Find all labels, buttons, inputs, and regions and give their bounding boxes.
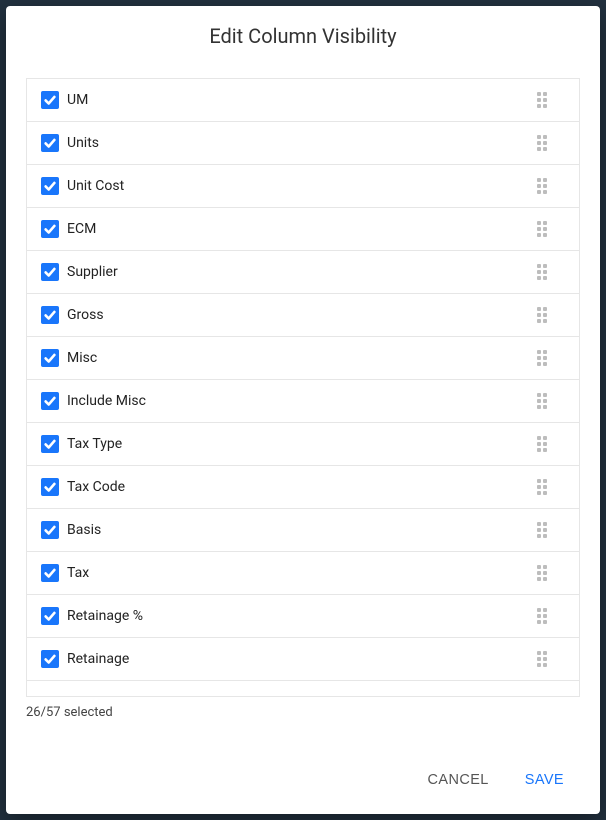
drag-handle-icon[interactable] bbox=[537, 565, 553, 581]
list-item: Gross bbox=[27, 294, 579, 337]
list-item: Tax bbox=[27, 552, 579, 595]
checkbox[interactable] bbox=[41, 134, 59, 152]
drag-handle-icon[interactable] bbox=[537, 264, 553, 280]
checkbox[interactable] bbox=[41, 650, 59, 668]
drag-handle-icon[interactable] bbox=[537, 350, 553, 366]
column-list-scroll[interactable]: UM Units Unit Cost ECM Supplier Gross Misc Incl… bbox=[26, 78, 580, 697]
dialog-title: Edit Column Visibility bbox=[26, 24, 580, 48]
item-label: Supplier bbox=[67, 264, 537, 280]
drag-handle-icon[interactable] bbox=[537, 608, 553, 624]
cancel-button[interactable]: CANCEL bbox=[424, 766, 493, 794]
item-label: Retainage bbox=[67, 651, 537, 667]
item-label: Unit Cost bbox=[67, 178, 537, 194]
checkbox[interactable] bbox=[41, 263, 59, 281]
drag-handle-icon[interactable] bbox=[537, 651, 553, 667]
item-label: Units bbox=[67, 135, 537, 151]
checkbox[interactable] bbox=[41, 349, 59, 367]
list-item: Tax Code bbox=[27, 466, 579, 509]
item-label: Tax Code bbox=[67, 479, 537, 495]
list-item: Include Misc bbox=[27, 380, 579, 423]
list-item: Retainage bbox=[27, 638, 579, 681]
drag-handle-icon[interactable] bbox=[537, 393, 553, 409]
item-label: UM bbox=[67, 92, 537, 108]
drag-handle-icon[interactable] bbox=[537, 178, 553, 194]
list-item: Basis bbox=[27, 509, 579, 552]
dialog-footer: CANCEL SAVE bbox=[26, 766, 580, 800]
item-label: Tax Type bbox=[67, 436, 537, 452]
checkbox[interactable] bbox=[41, 564, 59, 582]
drag-handle-icon[interactable] bbox=[537, 307, 553, 323]
drag-handle-icon[interactable] bbox=[537, 221, 553, 237]
checkbox[interactable] bbox=[41, 177, 59, 195]
checkbox[interactable] bbox=[41, 478, 59, 496]
drag-handle-icon[interactable] bbox=[537, 479, 553, 495]
list-item: UM bbox=[27, 79, 579, 122]
item-label: Basis bbox=[67, 522, 537, 538]
item-label: Gross bbox=[67, 307, 537, 323]
item-label: ECM bbox=[67, 221, 537, 237]
checkbox[interactable] bbox=[41, 91, 59, 109]
checkbox[interactable] bbox=[41, 220, 59, 238]
list-item: Units bbox=[27, 122, 579, 165]
checkbox[interactable] bbox=[41, 607, 59, 625]
checkbox[interactable] bbox=[41, 521, 59, 539]
item-label: Tax bbox=[67, 565, 537, 581]
drag-handle-icon[interactable] bbox=[537, 522, 553, 538]
checkbox[interactable] bbox=[41, 306, 59, 324]
item-label: Retainage % bbox=[67, 608, 537, 624]
list-item: Misc bbox=[27, 337, 579, 380]
list-item: Supplier bbox=[27, 251, 579, 294]
list-item: Retainage % bbox=[27, 595, 579, 638]
item-label: Misc bbox=[67, 350, 537, 366]
list-item: Unit Cost bbox=[27, 165, 579, 208]
list-item: Tax Type bbox=[27, 423, 579, 466]
drag-handle-icon[interactable] bbox=[537, 92, 553, 108]
save-button[interactable]: SAVE bbox=[521, 766, 568, 794]
selection-status: 26/57 selected bbox=[26, 705, 580, 720]
drag-handle-icon[interactable] bbox=[537, 436, 553, 452]
edit-column-visibility-dialog: Edit Column Visibility UM Units Unit Cost E… bbox=[6, 6, 600, 814]
checkbox[interactable] bbox=[41, 392, 59, 410]
item-label: Include Misc bbox=[67, 393, 537, 409]
column-list: UM Units Unit Cost ECM Supplier Gross Misc Incl… bbox=[27, 79, 579, 696]
list-item: ECM bbox=[27, 208, 579, 251]
drag-handle-icon[interactable] bbox=[537, 135, 553, 151]
checkbox[interactable] bbox=[41, 435, 59, 453]
